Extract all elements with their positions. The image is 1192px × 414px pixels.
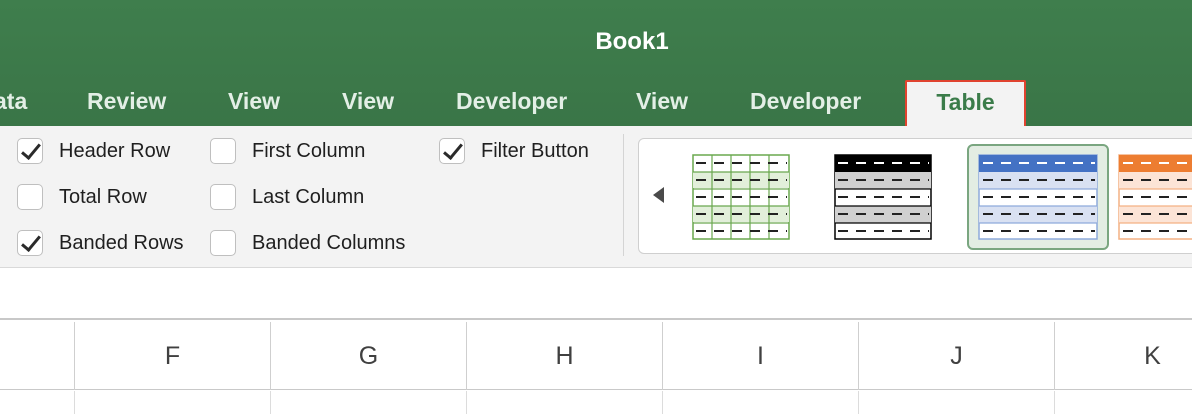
column-header-f[interactable]: F bbox=[74, 322, 270, 390]
tab-view-2[interactable]: View bbox=[342, 80, 394, 126]
table-style-black[interactable] bbox=[829, 153, 937, 241]
grid-line bbox=[1054, 391, 1055, 414]
table-styles-gallery bbox=[638, 138, 1192, 254]
column-header-h[interactable]: H bbox=[466, 322, 662, 390]
grid-line bbox=[466, 391, 467, 414]
first-column-label: First Column bbox=[252, 139, 366, 162]
filter-button-checkbox[interactable] bbox=[439, 138, 465, 164]
banded-rows-checkbox[interactable] bbox=[17, 230, 43, 256]
last-column-checkbox[interactable] bbox=[210, 184, 236, 210]
filter-button-option[interactable]: Filter Button bbox=[439, 136, 589, 166]
tab-view[interactable]: View bbox=[228, 80, 280, 126]
banded-rows-label: Banded Rows bbox=[59, 231, 184, 254]
table-style-blue-selected[interactable] bbox=[967, 144, 1109, 250]
last-column-option[interactable]: Last Column bbox=[210, 182, 364, 212]
banded-rows-option[interactable]: Banded Rows bbox=[17, 228, 184, 258]
ribbon-tabs: ata Review View View Developer View Deve… bbox=[0, 80, 1192, 128]
tab-data[interactable]: ata bbox=[0, 80, 27, 126]
banded-columns-label: Banded Columns bbox=[252, 231, 406, 254]
column-header-k[interactable]: K bbox=[1054, 322, 1192, 390]
title-bar: Book1 ata Review View View Developer Vie… bbox=[0, 0, 1192, 128]
first-column-checkbox[interactable] bbox=[210, 138, 236, 164]
table-style-green[interactable] bbox=[687, 153, 795, 241]
grid-row bbox=[0, 391, 1192, 414]
grid-line bbox=[74, 391, 75, 414]
total-row-option[interactable]: Total Row bbox=[17, 182, 147, 212]
ribbon-table-panel: Header Row Total Row Banded Rows First C… bbox=[0, 126, 1192, 268]
tab-developer-2[interactable]: Developer bbox=[750, 80, 861, 126]
grid-line bbox=[270, 391, 271, 414]
gallery-prev-arrow-icon[interactable] bbox=[653, 187, 664, 203]
table-style-orange[interactable] bbox=[1117, 153, 1192, 241]
header-row-checkbox[interactable] bbox=[17, 138, 43, 164]
total-row-label: Total Row bbox=[59, 185, 147, 208]
grid-line bbox=[662, 391, 663, 414]
window-title: Book1 bbox=[595, 28, 669, 55]
filter-button-label: Filter Button bbox=[481, 139, 589, 162]
ribbon-separator bbox=[623, 134, 624, 256]
banded-columns-option[interactable]: Banded Columns bbox=[210, 228, 405, 258]
header-row-option[interactable]: Header Row bbox=[17, 136, 170, 166]
first-column-option[interactable]: First Column bbox=[210, 136, 365, 166]
total-row-checkbox[interactable] bbox=[17, 184, 43, 210]
column-headers: F G H I J K bbox=[0, 322, 1192, 390]
formula-bar[interactable] bbox=[0, 268, 1192, 320]
tab-table[interactable]: Table bbox=[905, 80, 1026, 128]
header-row-label: Header Row bbox=[59, 139, 171, 162]
column-header-j[interactable]: J bbox=[858, 322, 1054, 390]
banded-columns-checkbox[interactable] bbox=[210, 230, 236, 256]
column-header-g[interactable]: G bbox=[270, 322, 466, 390]
grid-line bbox=[858, 391, 859, 414]
tab-developer[interactable]: Developer bbox=[456, 80, 567, 126]
column-header-i[interactable]: I bbox=[662, 322, 858, 390]
last-column-label: Last Column bbox=[252, 185, 365, 208]
tab-review[interactable]: Review bbox=[87, 80, 166, 126]
tab-view-3[interactable]: View bbox=[636, 80, 688, 126]
